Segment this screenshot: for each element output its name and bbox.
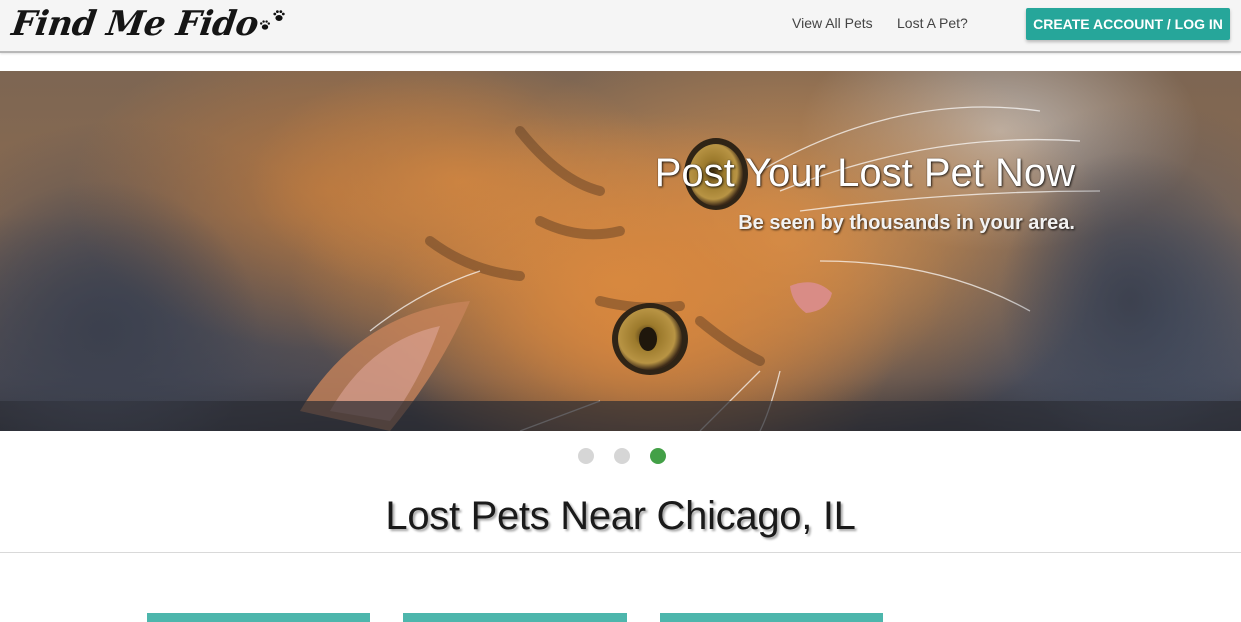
hero-title: Post Your Lost Pet Now	[654, 151, 1075, 195]
carousel-indicator-1[interactable]	[578, 448, 594, 464]
divider	[0, 552, 1241, 553]
pet-card-header[interactable]	[660, 613, 883, 622]
paw-prints-icon	[258, 6, 288, 36]
carousel-indicator-3-active[interactable]	[650, 448, 666, 464]
carousel-indicators	[578, 448, 666, 464]
navbar: Find Me Fido View All Pets Lost A Pet? C…	[0, 0, 1241, 53]
nav-link-view-all-pets[interactable]: View All Pets	[792, 15, 873, 31]
section-title: Lost Pets Near Chicago, IL	[385, 494, 856, 538]
pet-card-header[interactable]	[147, 613, 370, 622]
brand-name: Find Me Fido	[9, 4, 261, 44]
create-account-login-button[interactable]: Create Account / Log In	[1026, 8, 1230, 40]
pet-card-header[interactable]	[403, 613, 627, 622]
nav-link-lost-a-pet[interactable]: Lost A Pet?	[897, 15, 968, 31]
carousel-indicator-2[interactable]	[614, 448, 630, 464]
brand-logo[interactable]: Find Me Fido	[9, 2, 288, 46]
cat-photo	[0, 71, 1241, 431]
hero-carousel-slide[interactable]: Post Your Lost Pet Now Be seen by thousa…	[0, 71, 1241, 431]
hero-subtitle: Be seen by thousands in your area.	[738, 212, 1075, 234]
